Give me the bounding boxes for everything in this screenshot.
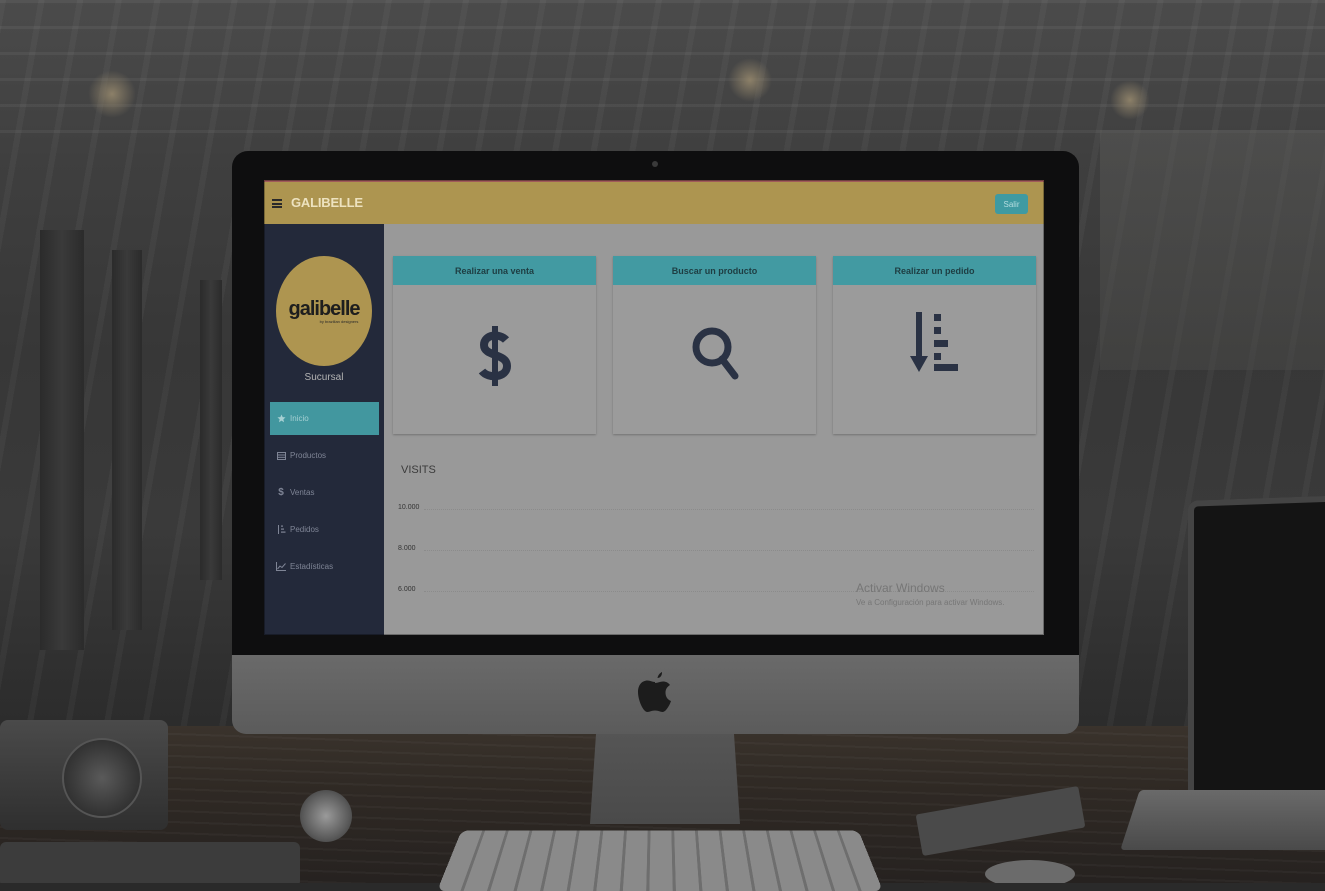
branch-label: Sucursal <box>304 372 344 383</box>
card-buscar-producto[interactable]: Buscar un producto <box>613 256 816 434</box>
y-tick-label: 10.000 <box>398 504 420 511</box>
card-realizar-pedido[interactable]: Realizar un pedido <box>833 256 1036 434</box>
brand-title[interactable]: GALIBELLE <box>291 195 363 210</box>
visits-chart-title: VISITS <box>401 464 436 476</box>
ceiling-lamp <box>728 58 772 102</box>
sidebar: galibelle by brazilian designers Sucursa… <box>264 224 384 635</box>
phone <box>0 842 300 883</box>
menu-toggle-icon[interactable] <box>272 199 282 208</box>
ceiling-lamp <box>1110 80 1150 120</box>
y-tick-label: 6.000 <box>398 586 416 593</box>
sidebar-item-label: Ventas <box>290 488 315 497</box>
sort-list-icon <box>276 524 286 535</box>
visits-chart: 10.000 8.000 6.000 <box>384 494 1044 635</box>
watermark-title: Activar Windows <box>856 581 945 595</box>
dollar-icon <box>393 326 596 386</box>
sidebar-item-pedidos[interactable]: Pedidos <box>270 513 379 546</box>
sidebar-item-ventas[interactable]: $ Ventas <box>270 476 379 509</box>
background-window <box>1100 130 1325 370</box>
windows-activation-watermark: Activar Windows Ve a Configuración para … <box>856 581 1005 607</box>
sidebar-item-label: Estadísticas <box>290 562 334 571</box>
ceiling-lamp <box>88 70 136 118</box>
watermark-subtitle: Ve a Configuración para activar Windows. <box>856 598 1005 607</box>
pillar <box>40 230 84 650</box>
dollar-icon: $ <box>278 487 284 498</box>
wristwatch <box>300 790 352 842</box>
card-title: Realizar un pedido <box>833 256 1036 285</box>
gridline <box>424 509 1034 510</box>
pillar <box>112 250 142 630</box>
sidebar-item-label: Pedidos <box>290 525 319 534</box>
line-chart-icon <box>276 562 286 572</box>
sidebar-menu: Inicio Productos $ Ventas Pedidos Estadí… <box>270 402 379 587</box>
pillar <box>200 280 222 580</box>
sort-list-icon <box>833 312 1036 374</box>
card-title: Realizar una venta <box>393 256 596 285</box>
mouse <box>985 860 1075 883</box>
camera-lens <box>62 738 142 818</box>
sidebar-item-estadisticas[interactable]: Estadísticas <box>270 550 379 583</box>
star-icon <box>276 414 286 424</box>
keyboard <box>436 830 884 891</box>
logo-wordmark: galibelle <box>288 297 360 320</box>
sidebar-item-productos[interactable]: Productos <box>270 439 379 472</box>
laptop-screen <box>1188 495 1325 813</box>
gridline <box>424 550 1034 551</box>
sidebar-item-label: Productos <box>290 451 327 460</box>
search-icon <box>613 326 816 382</box>
main-content: Realizar una venta Buscar un producto Re… <box>384 224 1044 635</box>
card-realizar-venta[interactable]: Realizar una venta <box>393 256 596 434</box>
logo-tagline: by brazilian designers <box>319 318 359 324</box>
logout-button[interactable]: Salir <box>995 194 1028 214</box>
webcam-icon <box>652 161 658 167</box>
y-tick-label: 8.000 <box>398 545 416 552</box>
imac-stand <box>590 734 740 824</box>
card-title: Buscar un producto <box>613 256 816 285</box>
laptop-keyboard <box>1120 790 1325 850</box>
logo-avatar: galibelle by brazilian designers <box>276 256 372 366</box>
table-icon <box>276 451 286 461</box>
sidebar-item-label: Inicio <box>290 414 309 423</box>
apple-logo-icon <box>638 672 671 712</box>
app-screen: GALIBELLE Salir galibelle by brazilian d… <box>264 180 1044 635</box>
top-navbar: GALIBELLE Salir <box>264 180 1044 224</box>
sidebar-item-inicio[interactable]: Inicio <box>270 402 379 435</box>
